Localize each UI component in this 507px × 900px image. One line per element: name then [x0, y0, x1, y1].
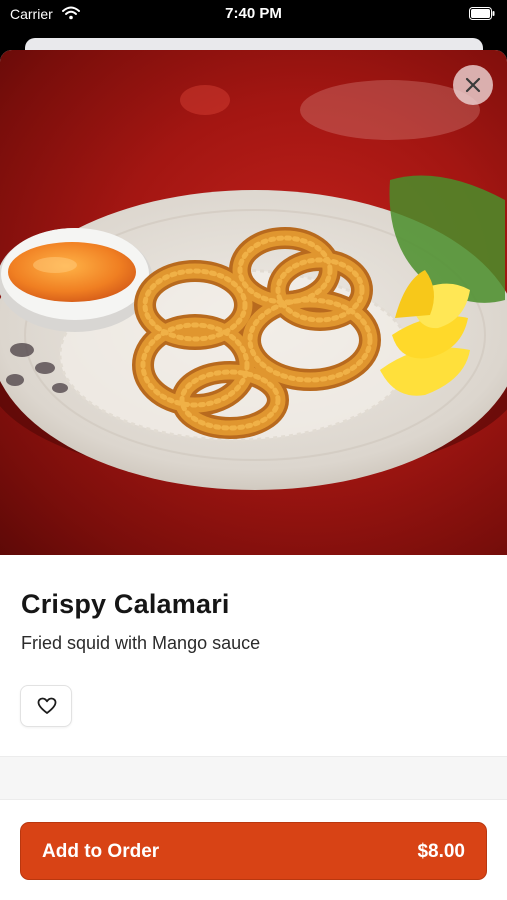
heart-icon [37, 697, 57, 714]
item-detail-sheet: Crispy Calamari Fried squid with Mango s… [0, 50, 507, 900]
add-to-order-label: Add to Order [42, 841, 160, 862]
add-to-order-button[interactable]: Add to Order $8.00 [20, 822, 487, 880]
calamari-plate-illustration [0, 80, 507, 490]
battery-icon [469, 7, 495, 20]
item-photo [0, 50, 507, 555]
close-icon [465, 77, 481, 93]
section-divider [0, 756, 507, 800]
close-button[interactable] [453, 65, 493, 105]
item-title: Crispy Calamari [21, 589, 230, 619]
item-description: Fried squid with Mango sauce [21, 633, 261, 653]
favorite-button[interactable] [20, 685, 72, 727]
status-time: 7:40 PM [225, 5, 282, 22]
status-bar: Carrier 7:40 PM [0, 0, 507, 30]
item-price: $8.00 [417, 841, 465, 862]
